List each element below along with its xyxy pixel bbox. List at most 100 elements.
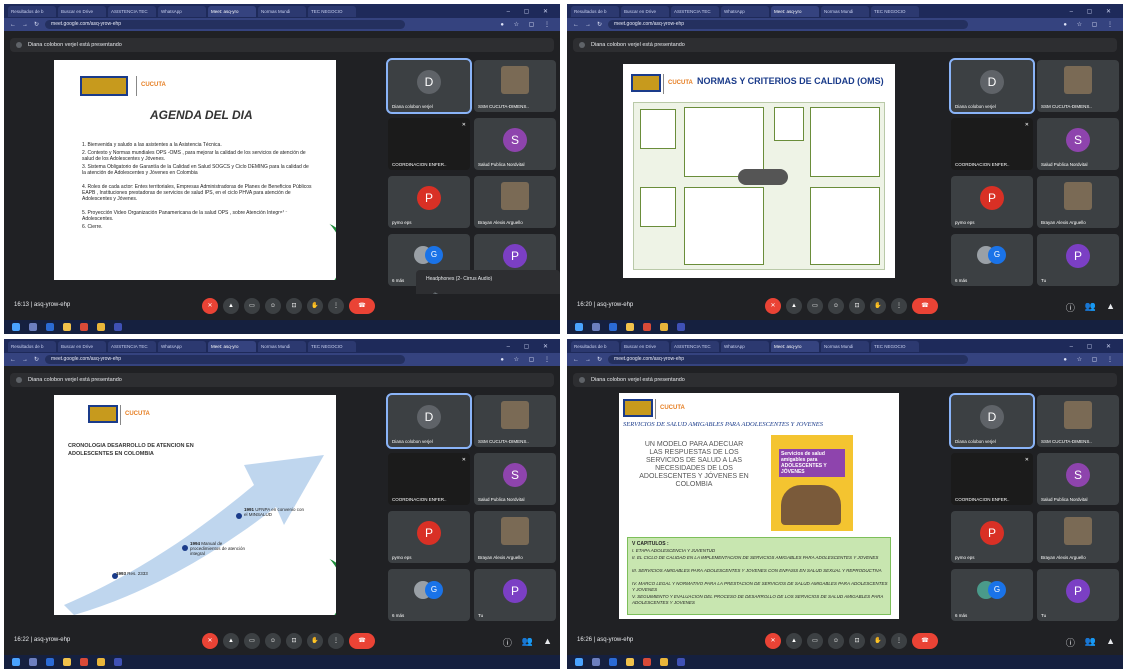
mic-off-button[interactable]: ✕	[202, 298, 218, 314]
browser-tab-active[interactable]: Meet: asq-yro	[208, 5, 256, 17]
extensions-icon[interactable]: ● ☆ ▢ ⋮	[1063, 356, 1117, 363]
participant-tile[interactable]: Brayan Alexis Arguello	[474, 511, 556, 563]
shapes-icon[interactable]: ▲	[1106, 301, 1115, 314]
participant-tile[interactable]: Brayan Alexis Arguello	[1037, 176, 1119, 228]
leave-call-button[interactable]: ☎	[349, 633, 375, 649]
forward-icon[interactable]: →	[585, 357, 591, 363]
raise-hand-button[interactable]: ✋	[870, 633, 886, 649]
reload-icon[interactable]: ↻	[34, 21, 39, 28]
emoji-button[interactable]: ☺	[828, 298, 844, 314]
search-icon[interactable]	[592, 323, 600, 331]
participant-tile[interactable]: D Diana colobon verjel	[386, 58, 472, 114]
back-icon[interactable]: ←	[10, 357, 16, 363]
office-icon[interactable]	[80, 658, 88, 666]
window-controls[interactable]: – ▢ ✕	[1070, 343, 1123, 350]
leave-call-button[interactable]: ☎	[912, 298, 938, 314]
browser-tab[interactable]: Resultados de b	[571, 5, 619, 17]
share-screen-button[interactable]: ⊡	[286, 298, 302, 314]
participant-tile[interactable]: ✕ COORDINACION ENFER..	[951, 118, 1033, 170]
url-field[interactable]: meet.google.com/asq-yrow-ehp	[45, 20, 406, 29]
chrome-icon[interactable]	[660, 658, 668, 666]
participant-tile[interactable]: S Salud Publica Nordvital	[474, 453, 556, 505]
participant-tile[interactable]: Ppymo eps	[388, 511, 470, 563]
start-icon[interactable]	[575, 323, 583, 331]
participant-tile[interactable]: D Diana colobon verjel	[949, 393, 1035, 449]
browser-tab-active[interactable]: Meet: asq-yro	[771, 5, 819, 17]
browser-tab[interactable]: Buscar en Drive	[621, 5, 669, 17]
browser-tab[interactable]: ASISTENCIA TEC	[671, 340, 719, 352]
mic-off-button[interactable]: ✕	[202, 633, 218, 649]
share-screen-button[interactable]: ⊡	[849, 298, 865, 314]
back-icon[interactable]: ←	[573, 357, 579, 363]
captions-button[interactable]: ▭	[807, 298, 823, 314]
info-icon[interactable]: ⓘ	[1066, 636, 1075, 649]
extensions-icon[interactable]: ● ☆ ▢ ⋮	[500, 356, 554, 363]
browser-tab[interactable]: ASISTENCIA TEC	[671, 5, 719, 17]
office-icon[interactable]	[643, 323, 651, 331]
search-icon[interactable]	[29, 323, 37, 331]
app-icon[interactable]	[677, 323, 685, 331]
folder-icon[interactable]	[626, 323, 634, 331]
browser-tab[interactable]: ASISTENCIA TEC	[108, 5, 156, 17]
browser-tab[interactable]: WhatsApp	[721, 5, 769, 17]
browser-tab[interactable]: Buscar en Drive	[58, 5, 106, 17]
start-icon[interactable]	[12, 323, 20, 331]
more-options-button[interactable]: ⋮	[891, 633, 907, 649]
browser-tab[interactable]: TEC NEGOCIO	[871, 340, 919, 352]
emoji-button[interactable]: ☺	[265, 298, 281, 314]
leave-call-button[interactable]: ☎	[912, 633, 938, 649]
self-tile[interactable]: P Tu	[1037, 234, 1119, 286]
chrome-icon[interactable]	[97, 658, 105, 666]
folder-icon[interactable]	[63, 323, 71, 331]
browser-tab[interactable]: Normas Mundi	[821, 5, 869, 17]
more-participants-tile[interactable]: G 6 más	[951, 234, 1033, 286]
browser-tab[interactable]: TEC NEGOCIO	[871, 5, 919, 17]
browser-tab[interactable]: WhatsApp	[158, 340, 206, 352]
participant-tile[interactable]: Brayan Alexis Arguello	[474, 176, 556, 228]
more-participants-tile[interactable]: G 6 más	[388, 569, 470, 621]
browser-tab[interactable]: Buscar en Drive	[621, 340, 669, 352]
back-icon[interactable]: ←	[573, 22, 579, 28]
participant-tile[interactable]: SSM CUCUTA-DIMENS..	[1037, 60, 1119, 112]
self-tile[interactable]: P Tu	[474, 569, 556, 621]
raise-hand-button[interactable]: ✋	[870, 298, 886, 314]
browser-tab[interactable]: Resultados de b	[8, 5, 56, 17]
chrome-icon[interactable]	[97, 323, 105, 331]
people-icon[interactable]: 👥	[522, 636, 533, 649]
url-field[interactable]: meet.google.com/asq-yrow-ehp	[608, 20, 969, 29]
present-button[interactable]: ▲	[786, 633, 802, 649]
back-icon[interactable]: ←	[10, 22, 16, 28]
reload-icon[interactable]: ↻	[597, 21, 602, 28]
participant-tile[interactable]: D Diana colobon verjel	[949, 58, 1035, 114]
reload-icon[interactable]: ↻	[34, 356, 39, 363]
browser-tab[interactable]: TEC NEGOCIO	[308, 5, 356, 17]
raise-hand-button[interactable]: ✋	[307, 298, 323, 314]
edge-icon[interactable]	[46, 658, 54, 666]
browser-tab[interactable]: Resultados de b	[571, 340, 619, 352]
office-icon[interactable]	[80, 323, 88, 331]
participant-tile[interactable]: D Diana colobon verjel	[386, 393, 472, 449]
browser-tab[interactable]: Normas Mundi	[258, 340, 306, 352]
leave-call-button[interactable]: ☎	[349, 298, 375, 314]
url-field[interactable]: meet.google.com/asq-yrow-ehp	[608, 355, 969, 364]
url-field[interactable]: meet.google.com/asq-yrow-ehp	[45, 355, 406, 364]
captions-button[interactable]: ▭	[244, 298, 260, 314]
edge-icon[interactable]	[609, 658, 617, 666]
participant-tile[interactable]: S Salud Publica Nordvital	[1037, 118, 1119, 170]
mic-off-button[interactable]: ✕	[765, 633, 781, 649]
reload-icon[interactable]: ↻	[597, 356, 602, 363]
more-options-button[interactable]: ⋮	[328, 298, 344, 314]
present-button[interactable]: ▲	[786, 298, 802, 314]
participant-tile[interactable]: S Salud Publica Nordvital	[474, 118, 556, 170]
people-icon[interactable]: 👥	[1085, 636, 1096, 649]
shapes-icon[interactable]: ▲	[1106, 636, 1115, 649]
browser-tab[interactable]: WhatsApp	[721, 340, 769, 352]
app-icon[interactable]	[114, 658, 122, 666]
chrome-icon[interactable]	[660, 323, 668, 331]
shapes-icon[interactable]: ▲	[543, 636, 552, 649]
browser-tab[interactable]: Normas Mundi	[821, 340, 869, 352]
forward-icon[interactable]: →	[22, 357, 28, 363]
captions-button[interactable]: ▭	[807, 633, 823, 649]
edge-icon[interactable]	[46, 323, 54, 331]
participant-tile[interactable]: SSM CUCUTA-DIMENS..	[1037, 395, 1119, 447]
